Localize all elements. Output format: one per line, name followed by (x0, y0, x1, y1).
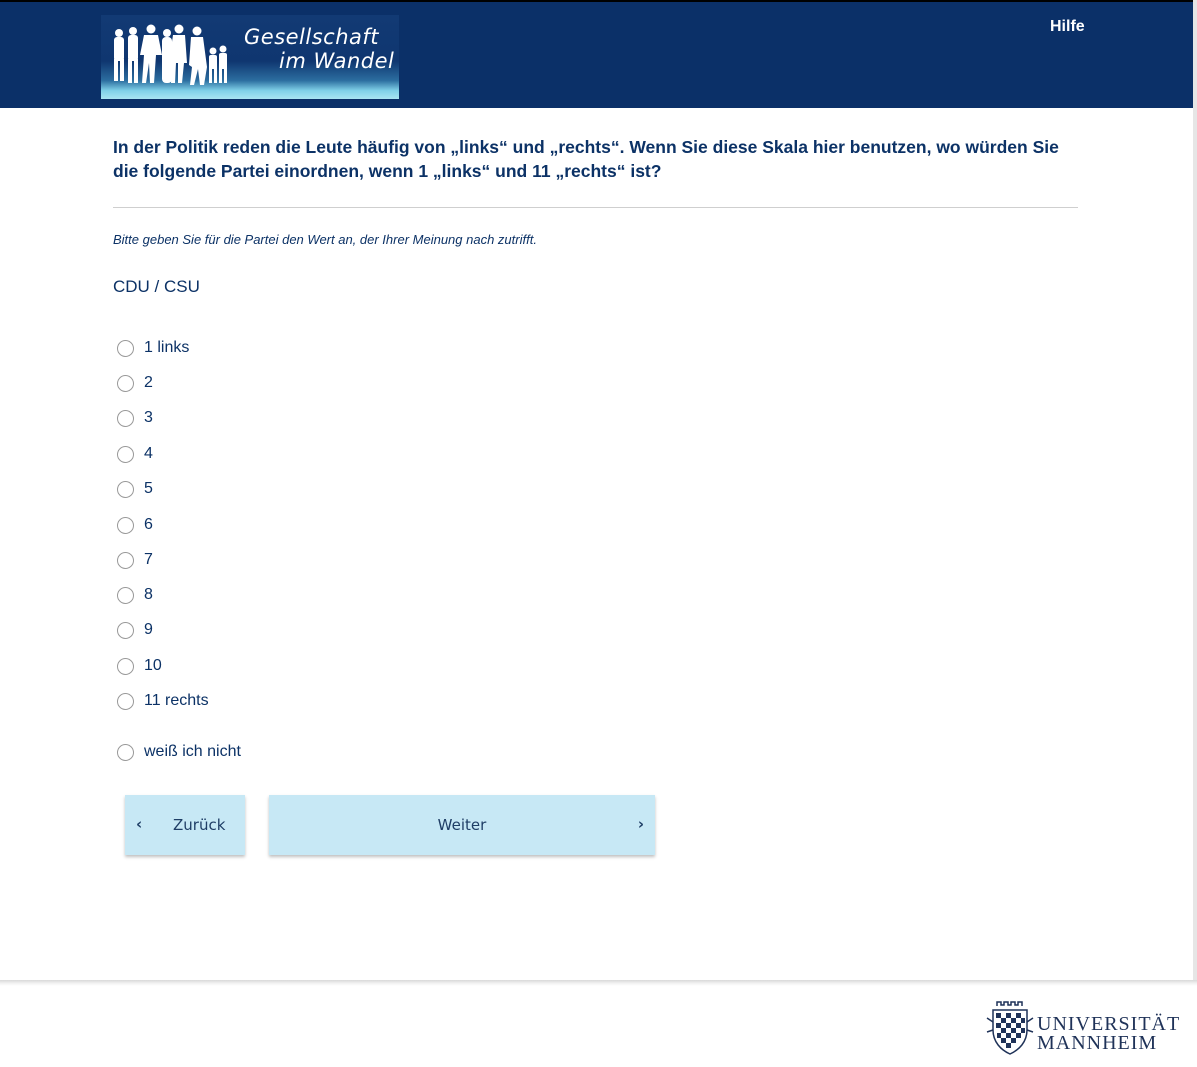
question-text: In der Politik reden die Leute häufig vo… (113, 137, 1059, 181)
chevron-right-icon: › (637, 815, 644, 833)
universitaet-mannheim-logo: UNIVERSITÄT MANNHEIM (985, 998, 1185, 1058)
radio-option-2[interactable]: 2 (117, 372, 153, 394)
university-crest-icon (986, 1001, 1034, 1055)
radio-option-label: weiß ich nicht (144, 743, 241, 760)
radio-option-label: 4 (144, 445, 153, 462)
radio-option-label: 6 (144, 516, 153, 533)
help-link[interactable]: Hilfe (1050, 18, 1085, 36)
gesellschaft-im-wandel-logo: Gesellschaft im Wandel (101, 15, 399, 99)
radio-button[interactable] (117, 551, 134, 569)
radio-option-7[interactable]: 7 (117, 549, 153, 571)
radio-button[interactable] (117, 374, 134, 392)
next-button-label: Weiter (437, 816, 487, 834)
chevron-left-icon: ‹ (136, 815, 143, 833)
radio-button[interactable] (117, 516, 134, 534)
radio-option-6[interactable]: 6 (117, 514, 153, 536)
radio-button[interactable] (117, 409, 134, 427)
page-right-edge (1193, 0, 1197, 982)
radio-button[interactable] (117, 743, 134, 761)
logo-line-2: im Wandel (279, 49, 395, 73)
radio-option-label: 2 (144, 374, 153, 391)
radio-button[interactable] (117, 480, 134, 498)
radio-button[interactable] (117, 621, 134, 639)
radio-button[interactable] (117, 692, 134, 710)
radio-option-1[interactable]: 1 links (117, 337, 189, 359)
question-divider (113, 207, 1078, 208)
radio-option-label: 5 (144, 480, 153, 497)
radio-option-label: 8 (144, 586, 153, 603)
back-button-label: Zurück (173, 816, 226, 834)
instruction-text: Bitte geben Sie für die Partei den Wert … (113, 232, 537, 247)
radio-option-10[interactable]: 10 (117, 655, 162, 677)
party-name: CDU / CSU (113, 277, 200, 296)
header-bar: Gesellschaft im Wandel Hilfe (0, 0, 1193, 108)
radio-option-4[interactable]: 4 (117, 443, 153, 465)
radio-option-dont-know[interactable]: weiß ich nicht (117, 741, 241, 763)
university-name-line-2: MANNHEIM (1037, 1032, 1158, 1054)
footer-divider (0, 980, 1197, 986)
radio-option-9[interactable]: 9 (117, 619, 153, 641)
logo-line-1: Gesellschaft (244, 25, 380, 49)
radio-button[interactable] (117, 445, 134, 463)
radio-option-label: 9 (144, 621, 153, 638)
next-button[interactable]: Weiter › (269, 795, 655, 855)
radio-option-label: 11 rechts (144, 692, 209, 709)
radio-option-5[interactable]: 5 (117, 478, 153, 500)
radio-option-label: 1 links (144, 339, 190, 356)
people-silhouette-icon (114, 24, 227, 85)
radio-option-11[interactable]: 11 rechts (117, 690, 209, 712)
radio-option-label: 10 (144, 657, 162, 674)
radio-option-3[interactable]: 3 (117, 407, 153, 429)
radio-option-label: 3 (144, 409, 153, 426)
radio-button[interactable] (117, 657, 134, 675)
radio-option-8[interactable]: 8 (117, 584, 153, 606)
radio-button[interactable] (117, 339, 134, 357)
radio-button[interactable] (117, 586, 134, 604)
radio-option-label: 7 (144, 551, 153, 568)
back-button[interactable]: ‹ Zurück (125, 795, 245, 855)
